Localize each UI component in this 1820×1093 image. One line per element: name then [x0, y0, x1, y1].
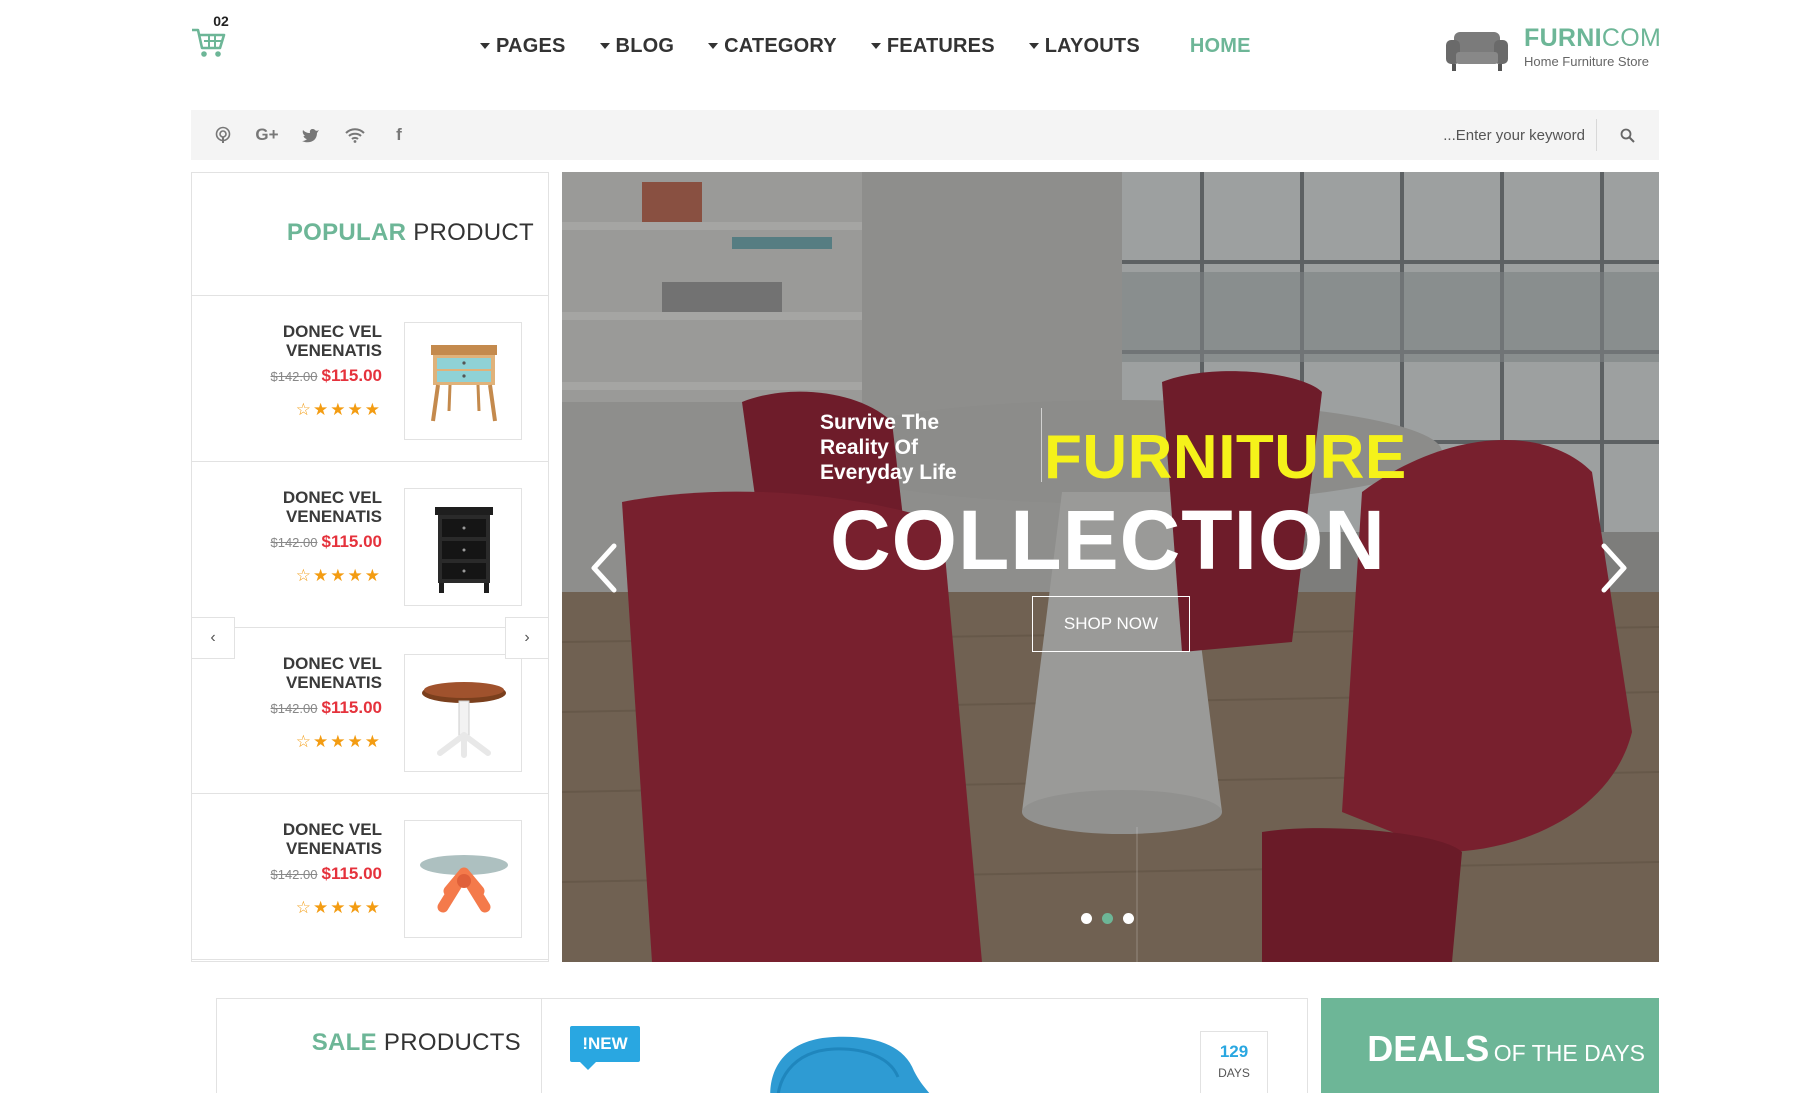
nav-category-label: CATEGORY: [724, 34, 837, 57]
product-name[interactable]: DONEC VEL VENENATIS: [242, 322, 382, 360]
nav-home[interactable]: HOME: [1190, 32, 1251, 60]
caret-down-icon: [708, 43, 719, 49]
main-nav: PAGES BLOG CATEGORY FEATURES LAYOUTS HOM…: [480, 32, 1285, 60]
hero-divider: [1041, 408, 1042, 482]
hero-tagline-line-1: Survive The: [820, 411, 940, 434]
popular-prev-button[interactable]: ‹: [191, 617, 235, 659]
popular-product-title: POPULAR PRODUCT: [287, 219, 534, 247]
old-price: $142.00: [270, 369, 318, 384]
social-links: G+ f: [201, 110, 421, 160]
sale-price: $115.00: [321, 864, 382, 883]
social-search-bar: G+ f: [191, 110, 1659, 160]
nav-layouts-label: LAYOUTS: [1044, 34, 1140, 57]
old-price: $142.00: [270, 535, 318, 550]
popular-title-rest: PRODUCT: [413, 219, 534, 246]
nav-blog-label: BLOG: [615, 34, 675, 57]
slider-dot-1[interactable]: [1081, 913, 1092, 924]
logo-name-bold: FURNI: [1524, 24, 1602, 52]
deals-title: DEALS OF THE DAYS: [1367, 1028, 1645, 1070]
product-thumbnail[interactable]: [404, 322, 522, 440]
product-item[interactable]: DONEC VEL VENENATIS $142.00 $115.00 ☆★★★★: [192, 628, 548, 794]
sale-title-highlight: SALE: [311, 1029, 377, 1056]
hero-tagline: Survive The Reality Of Everyday Life: [820, 410, 957, 485]
old-price: $142.00: [270, 701, 318, 716]
rating-stars: ☆★★★★: [295, 898, 382, 917]
popular-product-panel: POPULAR PRODUCT DONEC VEL VENENATIS $142…: [191, 172, 549, 962]
product-item[interactable]: DONEC VEL VENENATIS $142.00 $115.00 ☆★★★★: [192, 296, 548, 462]
caret-down-icon: [1028, 43, 1039, 49]
logo-tagline: Home Furniture Store: [1524, 54, 1649, 69]
chevron-right-icon[interactable]: [1594, 538, 1634, 598]
rating-stars: ☆★★★★: [295, 566, 382, 585]
sale-price: $115.00: [321, 532, 382, 551]
product-thumbnail[interactable]: [404, 820, 522, 938]
nav-features-label: FEATURES: [886, 34, 995, 57]
facebook-icon[interactable]: f: [377, 110, 421, 160]
product-price: $142.00 $115.00: [270, 532, 382, 552]
logo-name: FURNICOM: [1524, 24, 1661, 53]
blue-chair-image[interactable]: [764, 1031, 964, 1093]
new-badge: !NEW: [570, 1026, 640, 1070]
slider-pagination: [1081, 913, 1144, 924]
caret-down-icon: [599, 43, 610, 49]
product-name[interactable]: DONEC VEL VENENATIS: [242, 654, 382, 692]
product-name[interactable]: DONEC VEL VENENATIS: [242, 820, 382, 858]
wifi-icon[interactable]: [333, 110, 377, 160]
sale-products-title: SALE PRODUCTS: [312, 1029, 521, 1057]
logo-name-light: COM: [1601, 24, 1662, 52]
search-icon: [1620, 128, 1635, 143]
search-input[interactable]: [1325, 123, 1585, 147]
nav-category[interactable]: CATEGORY: [708, 32, 837, 60]
hero-slider[interactable]: Survive The Reality Of Everyday Life FUR…: [562, 172, 1659, 962]
rating-stars: ☆★★★★: [295, 400, 382, 419]
featured-product-panel: !NEW 129 DAYS: [542, 998, 1308, 1093]
product-item[interactable]: DONEC VEL VENENATIS $142.00 $115.00 ☆★★★★: [192, 462, 548, 628]
caret-down-icon: [480, 43, 490, 49]
product-thumbnail[interactable]: [404, 654, 522, 772]
chevron-left-icon[interactable]: [584, 538, 624, 598]
nav-layouts[interactable]: LAYOUTS: [1028, 32, 1140, 60]
product-price: $142.00 $115.00: [270, 366, 382, 386]
countdown-days-label: DAYS: [1218, 1066, 1250, 1080]
product-name[interactable]: DONEC VEL VENENATIS: [242, 488, 382, 526]
countdown-days: 129 DAYS: [1200, 1031, 1268, 1093]
slider-dot-3[interactable]: [1123, 913, 1134, 924]
hero-tagline-line-3: Everyday Life: [820, 461, 957, 484]
podcast-icon[interactable]: [201, 110, 245, 160]
twitter-icon[interactable]: [289, 110, 333, 160]
site-logo[interactable]: FURNICOM Home Furniture Store: [1444, 24, 1664, 74]
popular-next-button[interactable]: ›: [505, 617, 549, 659]
hero-title-collection: COLLECTION: [830, 493, 1386, 587]
sale-products-panel: SALE PRODUCTS: [216, 998, 542, 1093]
search-button[interactable]: [1605, 110, 1649, 160]
shop-now-button[interactable]: SHOP NOW: [1032, 596, 1190, 652]
slider-dot-2[interactable]: [1102, 913, 1113, 924]
sale-title-rest: PRODUCTS: [383, 1029, 521, 1056]
countdown-days-value: 129: [1219, 1042, 1249, 1061]
rating-stars: ☆★★★★: [295, 732, 382, 751]
deals-of-the-days-panel: DEALS OF THE DAYS: [1321, 998, 1659, 1093]
search-divider: [1596, 119, 1597, 151]
nav-pages[interactable]: PAGES: [480, 32, 566, 60]
hero-tagline-line-2: Reality Of: [820, 436, 919, 459]
old-price: $142.00: [270, 867, 318, 882]
product-price: $142.00 $115.00: [270, 698, 382, 718]
nav-blog[interactable]: BLOG: [599, 32, 675, 60]
deals-title-rest: OF THE DAYS: [1493, 1040, 1645, 1066]
nav-pages-label: PAGES: [496, 34, 566, 57]
armchair-logo-icon: [1446, 32, 1508, 71]
caret-down-icon: [870, 43, 881, 49]
product-thumbnail[interactable]: [404, 488, 522, 606]
google-plus-icon[interactable]: G+: [245, 110, 289, 160]
product-price: $142.00 $115.00: [270, 864, 382, 884]
nav-features[interactable]: FEATURES: [870, 32, 995, 60]
cart-count-badge: 02: [208, 9, 234, 33]
sale-price: $115.00: [321, 698, 382, 717]
hero-title-furniture: FURNITURE: [1044, 423, 1407, 492]
sale-price: $115.00: [321, 366, 382, 385]
deals-title-bold: DEALS: [1367, 1028, 1490, 1069]
popular-title-highlight: POPULAR: [286, 219, 407, 246]
product-item[interactable]: DONEC VEL VENENATIS $142.00 $115.00 ☆★★★★: [192, 794, 548, 960]
